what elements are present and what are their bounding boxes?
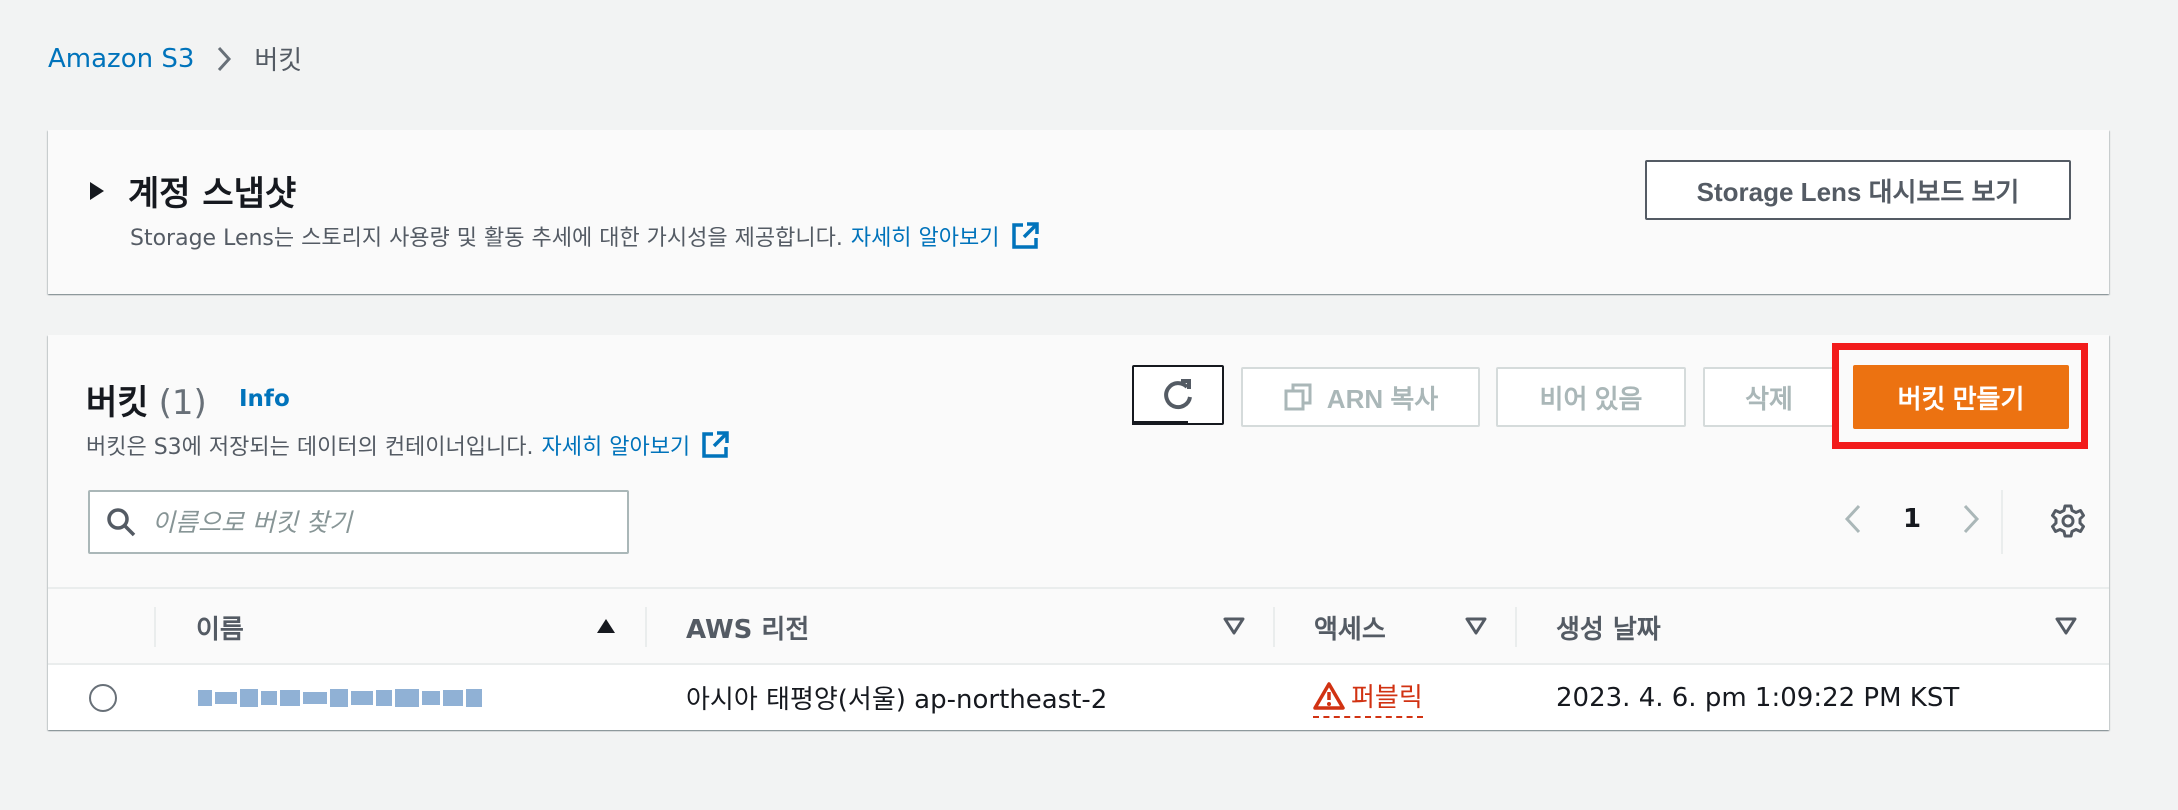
snapshot-description-text: Storage Lens는 스토리지 사용량 및 활동 추세에 대한 가시성을 … (130, 226, 843, 251)
divider (2001, 490, 2003, 554)
info-link[interactable]: Info (239, 386, 290, 412)
breadcrumb-amazon-s3[interactable]: Amazon S3 (48, 44, 194, 74)
copy-arn-label: ARN 복사 (1326, 383, 1439, 414)
external-link-icon[interactable] (700, 430, 730, 460)
table-row: 아시아 태평양(서울) ap-northeast-2 퍼블릭 2023. 4. … (48, 665, 2109, 730)
buckets-title: 버킷 (86, 383, 149, 423)
bucket-name-link[interactable] (198, 665, 482, 730)
buckets-heading: 버킷 (1) (86, 375, 207, 424)
storage-lens-dashboard-button[interactable]: Storage Lens 대시보드 보기 (1645, 160, 2071, 220)
breadcrumb-current: 버킷 (254, 46, 303, 76)
row-select-radio[interactable] (89, 684, 117, 712)
bucket-region: 아시아 태평양(서울) ap-northeast-2 (686, 685, 1108, 715)
refresh-button[interactable] (1132, 365, 1224, 425)
column-separator (1273, 607, 1275, 647)
delete-bucket-button[interactable]: 삭제 (1703, 367, 1835, 427)
page-number[interactable]: 1 (1903, 504, 1921, 534)
buckets-description: 버킷은 S3에 저장되는 데이터의 컨테이너입니다. 자세히 알아보기 (86, 429, 730, 461)
sort-desc-icon[interactable] (1465, 617, 1487, 635)
buckets-count: (1) (158, 383, 207, 423)
column-separator (1515, 607, 1517, 647)
caret-right-icon (88, 181, 106, 201)
external-link-icon[interactable] (1010, 221, 1040, 251)
column-header-name[interactable]: 이름 (196, 589, 244, 665)
bucket-name-redacted (198, 688, 482, 707)
create-bucket-button[interactable]: 버킷 만들기 (1853, 365, 2069, 429)
empty-bucket-button[interactable]: 비어 있음 (1496, 367, 1686, 427)
buckets-learn-more-link[interactable]: 자세히 알아보기 (542, 429, 691, 461)
column-header-region[interactable]: AWS 리전 (686, 589, 809, 665)
column-header-access[interactable]: 액세스 (1314, 589, 1386, 665)
search-input[interactable] (152, 507, 612, 537)
snapshot-title: 계정 스냅샷 (128, 174, 297, 214)
access-label: 퍼블릭 (1351, 683, 1423, 713)
refresh-focus-indicator (1132, 421, 1188, 425)
chevron-left-icon[interactable] (1833, 503, 1873, 535)
pagination: 1 (1833, 503, 1991, 535)
copy-icon (1283, 382, 1313, 412)
snapshot-description: Storage Lens는 스토리지 사용량 및 활동 추세에 대한 가시성을 … (130, 220, 1040, 252)
bucket-access-cell: 퍼블릭 (1313, 665, 1423, 730)
chevron-right-icon (216, 45, 232, 73)
sort-desc-icon[interactable] (2055, 617, 2077, 635)
column-header-created[interactable]: 생성 날짜 (1556, 589, 1661, 665)
sort-asc-icon[interactable] (595, 617, 617, 635)
buckets-description-text: 버킷은 S3에 저장되는 데이터의 컨테이너입니다. (86, 435, 534, 460)
column-separator (645, 607, 647, 647)
breadcrumb: Amazon S3 버킷 (48, 40, 302, 77)
table-header: 이름 AWS 리전 액세스 생성 날짜 (48, 587, 2109, 665)
warning-icon (1313, 681, 1345, 711)
bucket-created-date: 2023. 4. 6. pm 1:09:22 PM KST (1556, 682, 1960, 713)
buckets-panel: 버킷 (1) Info 버킷은 S3에 저장되는 데이터의 컨테이너입니다. 자… (48, 335, 2109, 730)
refresh-icon (1161, 378, 1195, 412)
access-public-badge[interactable]: 퍼블릭 (1313, 677, 1423, 718)
gear-icon[interactable] (2050, 503, 2086, 539)
account-snapshot-panel: 계정 스냅샷 Storage Lens는 스토리지 사용량 및 활동 추세에 대… (48, 130, 2109, 294)
chevron-right-icon[interactable] (1951, 503, 1991, 535)
snapshot-learn-more-link[interactable]: 자세히 알아보기 (851, 220, 1000, 252)
search-field[interactable] (88, 490, 629, 554)
column-separator (154, 607, 156, 647)
snapshot-toggle[interactable]: 계정 스냅샷 (88, 166, 296, 215)
copy-arn-button[interactable]: ARN 복사 (1241, 367, 1480, 427)
search-icon (106, 507, 136, 537)
sort-desc-icon[interactable] (1223, 617, 1245, 635)
